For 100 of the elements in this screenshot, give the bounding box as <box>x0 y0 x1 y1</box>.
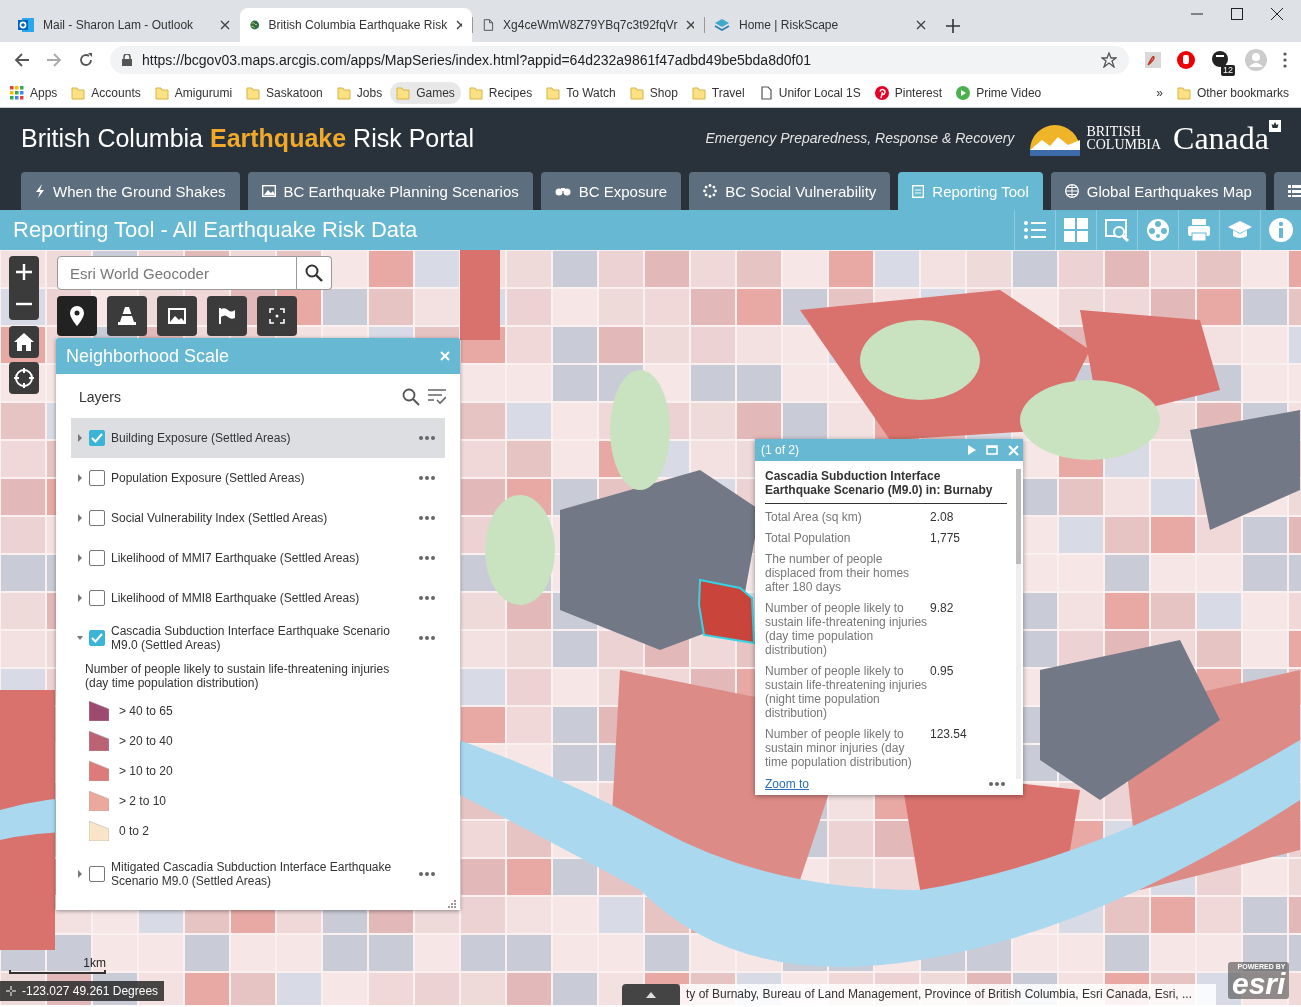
browser-tab[interactable]: British Columbia Earthquake Risk <box>240 8 472 42</box>
layer-checkbox[interactable] <box>89 510 105 526</box>
layer-checkbox[interactable] <box>89 550 105 566</box>
close-tab-icon[interactable] <box>220 20 230 30</box>
zoom-to-link[interactable]: Zoom to <box>765 777 989 791</box>
more-bookmarks-button[interactable]: » <box>1150 81 1169 104</box>
page-title: Reporting Tool - All Earthquake Risk Data <box>13 217 418 243</box>
more-menu-icon[interactable] <box>1283 52 1287 68</box>
browser-tab[interactable]: Home | RiskScape <box>704 8 936 42</box>
legend-label: > 10 to 20 <box>119 764 173 778</box>
bookmark[interactable]: Unifor Local 1S <box>752 81 867 104</box>
maximize-icon[interactable] <box>1231 8 1243 20</box>
layer-row[interactable]: Mitigated Cascadia Subduction Interface Earthquake Scenario M9.0 (Settled Areas) <box>71 854 445 894</box>
layer-checkbox[interactable] <box>89 590 105 606</box>
star-icon[interactable] <box>1101 52 1117 68</box>
layer-row[interactable]: Building Exposure (Settled Areas) <box>71 418 445 458</box>
location-pin-icon <box>70 306 84 326</box>
full-extent-button[interactable] <box>257 296 297 336</box>
caret-icon[interactable] <box>77 474 83 482</box>
nav-tab[interactable]: BC Earthquake Planning Scenarios <box>247 172 533 210</box>
image-button[interactable] <box>157 296 197 336</box>
caret-icon[interactable] <box>77 434 83 442</box>
more-options-icon[interactable] <box>419 636 435 640</box>
locate-button[interactable] <box>9 362 39 394</box>
attribution-text: ty of Burnaby, Bureau of Land Management, Province of British Columbia, Esri Canada, Esri, ... <box>680 984 1216 1005</box>
bookmark[interactable]: Games <box>390 81 461 104</box>
browser-tab[interactable]: Xg4ceWmW8Z79YBq7c3t92fqVr <box>472 8 704 42</box>
layer-name: Building Exposure (Settled Areas) <box>111 431 292 445</box>
bookmark[interactable]: Apps <box>4 81 64 104</box>
more-options-icon[interactable] <box>419 436 435 440</box>
bookmark[interactable]: To Watch <box>540 81 622 104</box>
more-options-icon[interactable] <box>419 872 435 876</box>
search-icon[interactable] <box>402 388 420 406</box>
browser-tab[interactable]: Mail - Sharon Lam - Outlook <box>8 8 240 42</box>
field-value: 2.08 <box>930 510 954 524</box>
layer-row[interactable]: Population Exposure (Settled Areas) <box>71 458 445 498</box>
more-options-icon[interactable] <box>419 556 435 560</box>
nav-tab[interactable]: When the Ground Shakes <box>21 172 240 210</box>
minus-icon <box>16 302 32 306</box>
layer-name: Cascadia Subduction Interface Earthquake Scenario M9.0 (Settled Areas) <box>111 624 391 652</box>
bookmark[interactable]: Amigurumi <box>148 81 239 104</box>
other-bookmarks[interactable]: Other bookmarks <box>1170 81 1295 104</box>
bookmark[interactable]: Shop <box>623 81 684 104</box>
caret-icon[interactable] <box>77 634 83 642</box>
layer-row[interactable]: Social Vulnerability Index (Settled Areas) <box>71 498 445 538</box>
bookmark[interactable]: Jobs <box>330 81 389 104</box>
layer-row[interactable]: Likelihood of MMI8 Earthquake (Settled Areas) <box>71 578 445 618</box>
more-options-icon[interactable] <box>419 476 435 480</box>
layer-checkbox[interactable] <box>89 430 105 446</box>
cone-button[interactable] <box>107 296 147 336</box>
pdf-extension-icon[interactable] <box>1145 52 1161 68</box>
more-options-icon[interactable] <box>419 516 435 520</box>
bookmark[interactable]: Accounts <box>65 81 147 104</box>
scrollbar[interactable] <box>1016 469 1021 779</box>
layer-checkbox[interactable] <box>89 470 105 486</box>
layer-row[interactable]: Cascadia Subduction Interface Earthquake Scenario M9.0 (Settled Areas) <box>71 618 445 658</box>
more-options-icon[interactable] <box>989 782 1005 786</box>
crosshair-icon <box>6 986 16 996</box>
location-pin-button[interactable] <box>57 296 97 336</box>
search-field[interactable]: Esri World Geocoder <box>57 256 297 290</box>
bookmark[interactable]: Recipes <box>462 81 539 104</box>
new-tab-icon[interactable] <box>946 19 960 33</box>
image-icon <box>261 185 276 197</box>
coordinates-text: -123.027 49.261 Degrees <box>22 984 159 998</box>
image-icon <box>168 308 186 324</box>
binoculars-icon <box>554 186 571 196</box>
bookmark[interactable]: Saskatoon <box>240 81 329 104</box>
portal-title: British Columbia Earthquake Risk Portal <box>21 123 474 153</box>
filter-list-icon[interactable] <box>428 389 446 405</box>
dotted-ring-icon <box>703 184 718 198</box>
layer-name: Social Vulnerability Index (Settled Areas) <box>111 511 329 525</box>
caret-icon[interactable] <box>77 514 83 522</box>
caret-icon[interactable] <box>77 870 83 878</box>
nav-tab[interactable]: Global Earthquakes Map <box>1050 172 1266 210</box>
bookmark[interactable]: Pinterest <box>868 81 949 104</box>
resize-grip-icon[interactable] <box>448 900 456 908</box>
layer-checkbox[interactable] <box>89 866 105 882</box>
more-options-icon[interactable] <box>419 596 435 600</box>
caret-icon[interactable] <box>77 594 83 602</box>
attribution-toggle[interactable] <box>622 984 680 1005</box>
caret-icon[interactable] <box>77 554 83 562</box>
nav-tab[interactable]: BC Social Vulnerability <box>689 172 891 210</box>
search-button[interactable] <box>297 256 332 290</box>
back-icon[interactable] <box>14 52 30 68</box>
nav-tab[interactable]: BC Exposure <box>540 172 682 210</box>
reload-icon[interactable] <box>78 52 94 68</box>
close-tab-icon[interactable] <box>916 20 926 30</box>
flag-button[interactable] <box>207 296 247 336</box>
folder-icon <box>71 85 86 100</box>
field-label: The number of people displaced from their homes after 180 days <box>765 552 911 594</box>
close-icon[interactable] <box>1271 8 1283 20</box>
forward-icon[interactable] <box>46 52 62 68</box>
bookmark[interactable]: Travel <box>685 81 751 104</box>
home-button[interactable] <box>9 326 39 358</box>
layer-row[interactable]: Likelihood of MMI7 Earthquake (Settled Areas) <box>71 538 445 578</box>
close-tab-icon[interactable] <box>456 20 462 30</box>
bookmark[interactable]: Prime Video <box>950 81 1048 104</box>
address-bar[interactable]: https://bcgov03.maps.arcgis.com/apps/MapSeries/index.html?appid=64d232a9861f47adbd49be5bda8d0f01 <box>110 46 1129 74</box>
layer-checkbox[interactable] <box>89 630 105 646</box>
close-tab-icon[interactable] <box>686 20 694 30</box>
